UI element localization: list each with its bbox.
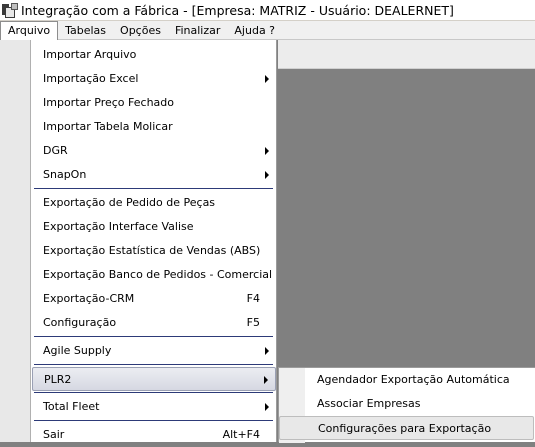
menu-item-label: Importar Preço Fechado <box>43 96 174 109</box>
menu-item-importar-tabela-molicar[interactable]: Importar Tabela Molicar <box>32 115 276 139</box>
menu-item-label: Exportação Banco de Pedidos - Comercial <box>43 268 273 281</box>
menu-item-label: Importação Excel <box>43 72 139 85</box>
menu-separator <box>34 392 273 394</box>
menu-item-label: Exportação Interface Valise <box>43 220 194 233</box>
menu-item-label: Importar Tabela Molicar <box>43 120 173 133</box>
menu-item-shortcut: F5 <box>246 316 260 329</box>
menu-item-snapon[interactable]: SnapOn <box>32 163 276 187</box>
menu-item-plr2[interactable]: PLR2 <box>32 367 276 391</box>
menu-item-exportacao-interface-valise[interactable]: Exportação Interface Valise <box>32 215 276 239</box>
menu-item-label: Agile Supply <box>43 344 112 357</box>
menu-item-importar-arquivo[interactable]: Importar Arquivo <box>32 43 276 67</box>
menu-item-label: Exportação-CRM <box>43 292 135 305</box>
menu-item-configuracao[interactable]: Configuração F5 <box>32 311 276 335</box>
submenu-arrow-icon <box>265 171 269 179</box>
menu-item-agile-supply[interactable]: Agile Supply <box>32 339 276 363</box>
submenu-item-label: Agendador Exportação Automática <box>317 373 510 386</box>
menu-opcoes[interactable]: Opções <box>113 21 168 40</box>
menu-item-label: DGR <box>43 144 68 157</box>
menu-finalizar[interactable]: Finalizar <box>168 21 227 40</box>
menu-item-label: SnapOn <box>43 168 87 181</box>
submenu-item-label: Configurações para Exportação <box>318 422 492 435</box>
menu-item-label: Exportação de Pedido de Peças <box>43 196 216 209</box>
plr2-submenu: Agendador Exportação Automática Associar… <box>278 367 535 443</box>
menu-item-importacao-excel[interactable]: Importação Excel <box>32 67 276 91</box>
menu-item-label: Exportação Estatística de Vendas (ABS) <box>43 244 261 257</box>
menu-item-exportacao-banco-pedidos[interactable]: Exportação Banco de Pedidos - Comercial <box>32 263 276 287</box>
submenu-item-configuracoes-exportacao[interactable]: Configurações para Exportação <box>279 416 534 440</box>
menu-item-shortcut: F4 <box>246 292 260 305</box>
menu-item-sair[interactable]: Sair Alt+F4 <box>32 423 276 447</box>
window-title-bar[interactable]: Integração com a Fábrica - [Empresa: MAT… <box>0 0 535 21</box>
menu-item-exportacao-crm[interactable]: Exportação-CRM F4 <box>32 287 276 311</box>
menu-item-label: Total Fleet <box>43 400 100 413</box>
toolbar-band <box>278 40 535 69</box>
menu-item-total-fleet[interactable]: Total Fleet <box>32 395 276 419</box>
menu-item-exportacao-pedido-pecas[interactable]: Exportação de Pedido de Peças <box>32 191 276 215</box>
left-toolbar-strip <box>0 40 31 442</box>
menu-item-label: PLR2 <box>44 373 72 386</box>
window-title: Integração com a Fábrica - [Empresa: MAT… <box>21 2 454 18</box>
menu-item-dgr[interactable]: DGR <box>32 139 276 163</box>
menu-item-label: Configuração <box>43 316 117 329</box>
menu-tabelas[interactable]: Tabelas <box>58 21 113 40</box>
submenu-arrow-icon <box>265 347 269 355</box>
menu-item-shortcut: Alt+F4 <box>222 428 260 441</box>
submenu-arrow-icon <box>265 147 269 155</box>
submenu-arrow-icon <box>264 376 268 384</box>
submenu-item-agendador-exportacao[interactable]: Agendador Exportação Automática <box>279 368 534 392</box>
submenu-item-associar-empresas[interactable]: Associar Empresas <box>279 392 534 416</box>
app-icon <box>2 3 18 18</box>
mdi-workspace <box>278 69 535 367</box>
menu-separator <box>34 336 273 338</box>
menu-separator <box>34 420 273 422</box>
menu-arquivo[interactable]: Arquivo <box>0 20 59 40</box>
submenu-arrow-icon <box>265 75 269 83</box>
menu-separator <box>34 188 273 190</box>
submenu-arrow-icon <box>265 403 269 411</box>
menu-item-label: Sair <box>43 428 65 441</box>
menu-ajuda[interactable]: Ajuda ? <box>227 21 282 40</box>
submenu-item-label: Associar Empresas <box>317 397 421 410</box>
menu-bar: Arquivo Tabelas Opções Finalizar Ajuda ? <box>0 20 535 40</box>
menu-item-importar-preco-fechado[interactable]: Importar Preço Fechado <box>32 91 276 115</box>
menu-separator <box>34 364 273 366</box>
menu-item-exportacao-estatistica-vendas[interactable]: Exportação Estatística de Vendas (ABS) <box>32 239 276 263</box>
menu-item-label: Importar Arquivo <box>43 48 137 61</box>
arquivo-dropdown-menu: Importar Arquivo Importação Excel Import… <box>30 40 277 442</box>
